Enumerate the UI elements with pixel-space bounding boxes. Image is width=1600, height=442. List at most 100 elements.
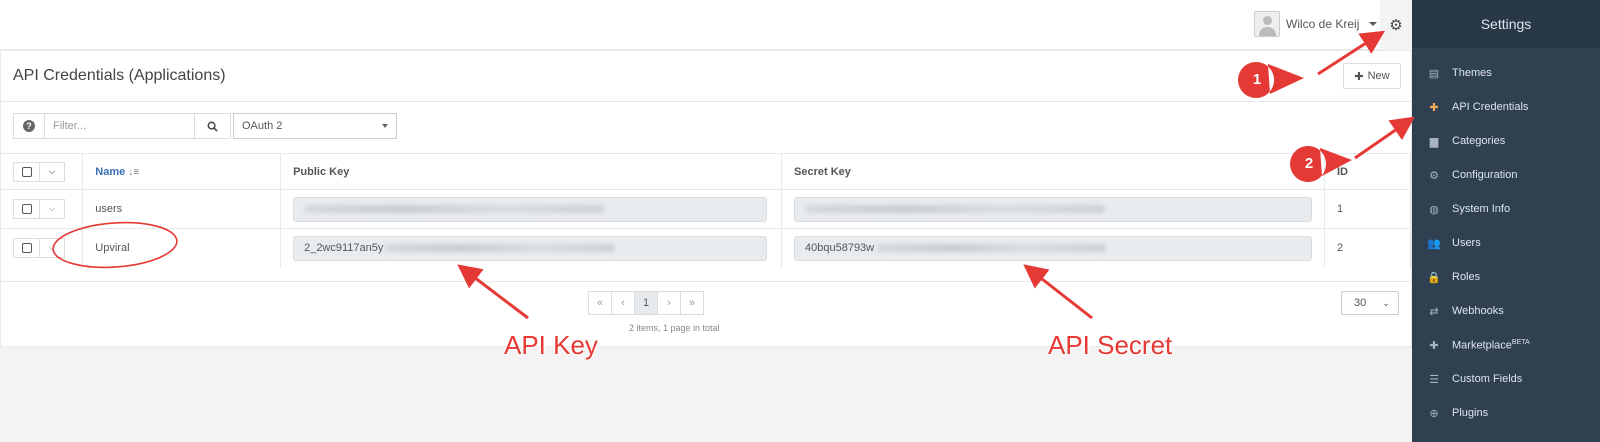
sidebar-item-custom-fields[interactable]: ☰ Custom Fields [1412,362,1600,396]
select-all-checkbox[interactable] [14,162,40,181]
table-row[interactable]: ⌵ Upviral 2_2wc9117an5y 40bqu58793w 2 [1,228,1411,268]
sidebar-item-plugins[interactable]: ⊕ Plugins [1412,396,1600,430]
page-1-button[interactable]: 1 [634,291,658,315]
new-button-label: New [1367,70,1390,82]
row-name[interactable]: users [82,189,282,229]
oauth-type-select[interactable]: OAuth 2 [233,113,397,139]
caret-down-icon [382,124,388,128]
divider [1,101,1411,102]
user-menu[interactable]: Wilco de Kreij [1254,11,1378,37]
list-icon: ☰ [1429,373,1439,386]
users-icon: 👥 [1427,237,1441,250]
redacted-blur [805,205,1105,213]
sidebar-item-marketplace[interactable]: ✚ MarketplaceBETA [1412,328,1600,362]
secret-key-field[interactable]: 40bqu58793w [794,235,1312,261]
divider [1,281,1411,282]
globe-icon: ◍ [1429,203,1439,216]
sidebar-item-configuration[interactable]: ⚙ Configuration [1412,158,1600,192]
sidebar-item-label: MarketplaceBETA [1452,339,1530,352]
sidebar-item-text: API Credentials [1452,101,1529,113]
top-navbar: Wilco de Kreij ⚙ [0,0,1412,50]
row-secret-key-cell [781,189,1325,229]
page-title: API Credentials (Applications) [13,67,226,84]
sidebar-item-api-credentials[interactable]: ✚ API Credentials [1412,90,1600,124]
plus-icon: ✚ [1429,339,1439,352]
help-button[interactable]: ? [13,113,45,139]
sidebar-item-label: Plugins [1452,407,1488,419]
search-icon [207,121,218,132]
exchange-icon: ⇄ [1429,305,1439,318]
plus-circle-icon: ⊕ [1429,407,1439,420]
column-name[interactable]: Name ↓≡ [82,153,282,190]
row-select-cell: ⌵ [1,189,84,229]
sidebar-item-text: Custom Fields [1452,373,1523,385]
last-page-button[interactable]: » [680,291,704,315]
chevron-down-icon[interactable]: ⌵ [40,200,64,218]
row-public-key-cell [280,189,782,229]
secret-key-text: 40bqu58793w [805,242,875,255]
chevron-down-icon: ⌄ [1382,297,1390,308]
sidebar-item-webhooks[interactable]: ⇄ Webhooks [1412,294,1600,328]
settings-gear-button[interactable]: ⚙ [1380,0,1412,50]
annotation-api-key: API Key [504,330,598,360]
sidebar-item-text: Plugins [1452,407,1489,419]
puzzle-icon: ✚ [1429,101,1439,114]
row-checkbox[interactable] [14,200,40,218]
sidebar-item-categories[interactable]: ▆ Categories [1412,124,1600,158]
row-name[interactable]: Upviral [82,228,282,268]
gear-icon: ⚙ [1389,17,1403,34]
avatar [1254,11,1280,37]
credentials-table: ⌵ Name ↓≡ Public Key Secret Key ID ⌵ user… [1,153,1411,268]
themes-icon: ▤ [1428,67,1440,80]
row-checkbox[interactable] [14,239,40,258]
chevron-down-icon[interactable]: ⌵ [40,239,64,257]
column-secret-key[interactable]: Secret Key [781,153,1325,190]
sidebar-item-label: System Info [1452,203,1510,215]
sidebar-item-label: Roles [1452,271,1480,283]
sidebar-item-text: Marketplace [1452,339,1512,352]
user-name: Wilco de Kreij [1286,17,1360,31]
api-credentials-panel: API Credentials (Applications) ✚ New ? Fi… [0,50,1412,347]
plus-icon: ✚ [1354,70,1364,83]
table-row[interactable]: ⌵ users 1 [1,189,1411,229]
oauth-type-value: OAuth 2 [242,120,283,132]
sidebar-item-text: Roles [1452,271,1481,283]
sidebar-item-text: Themes [1452,67,1492,79]
column-public-key[interactable]: Public Key [280,153,782,190]
secret-key-field[interactable] [794,196,1312,222]
table-header-row: ⌵ Name ↓≡ Public Key Secret Key ID [1,153,1411,190]
sidebar-item-themes[interactable]: ▤ Themes [1412,56,1600,90]
per-page-select[interactable]: 30 ⌄ [1341,291,1399,315]
new-button[interactable]: ✚ New [1343,63,1401,89]
sidebar-item-system-info[interactable]: ◍ System Info [1412,192,1600,226]
sidebar-item-label: Themes [1452,67,1492,79]
first-page-button[interactable]: « [588,291,612,315]
row-secret-key-cell: 40bqu58793w [781,228,1325,268]
next-page-button[interactable]: › [657,291,681,315]
public-key-field[interactable]: 2_2wc9117an5y [293,235,768,261]
column-name-label: Name [95,165,126,178]
annotation-api-secret: API Secret [1048,330,1173,360]
row-id: 2 [1324,228,1411,268]
question-icon: ? [23,120,35,132]
redacted-blur [876,244,1107,253]
per-page-value: 30 [1354,297,1367,309]
pagination-info: 2 items, 1 page in total [629,323,720,333]
pagination: « ‹ 1 › » [588,291,704,315]
sidebar-item-text: Webhooks [1452,305,1504,317]
select-all-group: ⌵ [13,161,65,182]
search-button[interactable] [195,113,231,139]
row-public-key-cell: 2_2wc9117an5y [280,228,782,268]
column-id[interactable]: ID [1324,153,1411,190]
sidebar-item-text: Configuration [1452,169,1518,181]
sidebar-item-users[interactable]: 👥 Users [1412,226,1600,260]
sidebar-item-text: System Info [1452,203,1511,215]
sidebar-item-roles[interactable]: 🔒 Roles [1412,260,1600,294]
prev-page-button[interactable]: ‹ [611,291,635,315]
redacted-blur [385,244,616,253]
sidebar-item-text: Users [1452,237,1481,249]
filter-input[interactable]: Filter... [45,113,195,139]
annotation-badge-1: 1 [1252,70,1262,88]
public-key-field[interactable] [293,196,768,222]
chevron-down-icon[interactable]: ⌵ [40,163,64,181]
